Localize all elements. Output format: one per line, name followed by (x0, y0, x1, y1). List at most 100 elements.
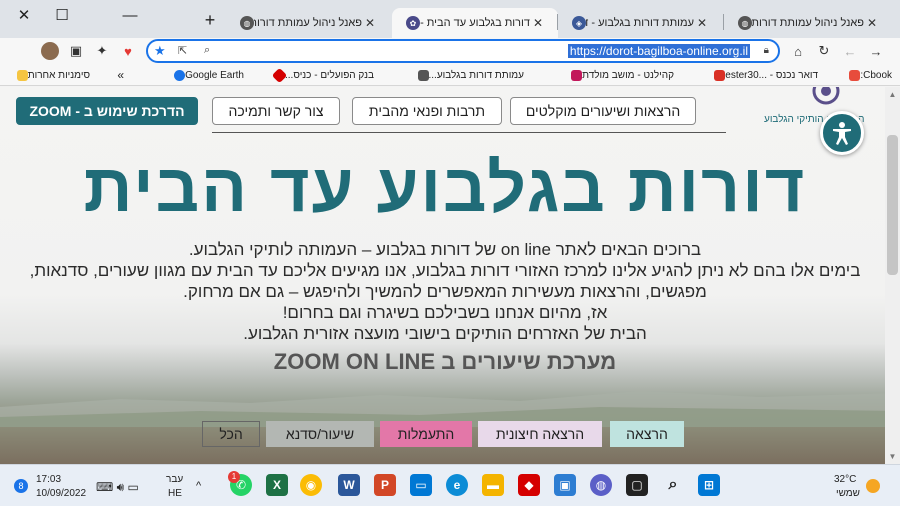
tab-association-page[interactable]: ◈ עמותת דורות בגלבוע - דף ✕ (558, 8, 722, 38)
tab-title: דורות בגלבוע עד הבית - דו (420, 17, 530, 29)
sidebar-icon[interactable]: ▣ (66, 41, 86, 61)
language-bottom[interactable]: HE (168, 488, 182, 499)
filter-exercise-button[interactable]: התעמלות (380, 421, 472, 447)
photos-icon[interactable]: ▣ (554, 474, 576, 496)
bookmark-item[interactable]: Cbook: (845, 68, 892, 82)
filter-workshop-button[interactable]: שיעור/סדנא (266, 421, 374, 447)
filter-lecture-button[interactable]: הרצאה (610, 421, 684, 447)
weather-description[interactable]: שמשי (836, 488, 860, 499)
other-bookmarks[interactable]: סימניות אחרות (13, 68, 90, 82)
filter-all-button[interactable]: הכל (202, 421, 260, 447)
bookmark-item[interactable]: Google Earth (170, 68, 244, 82)
notification-count-badge[interactable]: 8 (14, 479, 28, 493)
globe-icon: ◍ (240, 16, 254, 30)
tab-title: עמותת דורות בגלבוע - דף (586, 17, 694, 29)
nav-recorded-lectures-button[interactable]: הרצאות ושיעורים מוקלטים (510, 97, 696, 125)
nav-zoom-guide-button[interactable]: הדרכת שימוש ב - ZOOM (16, 97, 198, 125)
window-maximize-button[interactable]: ☐ (42, 0, 82, 30)
window-minimize-button[interactable]: — (110, 0, 150, 30)
file-explorer-icon[interactable]: ▬ (482, 474, 504, 496)
tray-icons[interactable]: ⌨ 🔊︎ ▭ (96, 480, 139, 495)
forward-icon[interactable]: ← (840, 41, 860, 61)
tab-close-icon[interactable]: ✕ (694, 16, 710, 30)
intro-line: בימים אלו בהם לא ניתן להגיע אלינו למרכז … (29, 261, 861, 280)
language-top[interactable]: עבר (166, 474, 183, 485)
intro-line: ברוכים הבאים לאתר on line של דורות בגלבו… (188, 240, 702, 259)
word-icon[interactable]: W (338, 474, 360, 496)
search-icon[interactable]: ⌕ (662, 474, 684, 496)
tab-separator (723, 14, 724, 30)
bookmark-item[interactable]: עמותת דורות בגלבוע... (414, 68, 525, 82)
new-tab-button[interactable]: + (200, 10, 220, 30)
gmail-icon (714, 69, 726, 81)
scroll-up-icon[interactable]: ▲ (888, 90, 897, 99)
intro-line: הבית של האזרחים הותיקים בישובי מועצה אזו… (243, 324, 647, 343)
excel-icon[interactable]: X (266, 474, 288, 496)
task-view-icon[interactable]: ▢ (626, 474, 648, 496)
share-icon[interactable]: ⇱ (178, 44, 187, 57)
tab-dorot-online[interactable]: ✿ דורות בגלבוע עד הבית - דו ✕ (392, 8, 558, 38)
lock-icon[interactable]: 🔒︎ (764, 45, 769, 56)
tab-close-icon[interactable]: ✕ (864, 16, 880, 30)
tab-title: פאנל ניהול עמותת דורות בגלבוע (752, 17, 864, 29)
clock-date[interactable]: 10/09/2022 (36, 488, 86, 499)
extensions-icon[interactable]: ✦ (92, 41, 112, 61)
bookmark-label: Google Earth (185, 69, 244, 81)
weather-temperature[interactable]: 32°C (834, 474, 856, 485)
chrome-icon[interactable]: ◉ (300, 474, 322, 496)
bookmarks-bar: Cbook: דואר נכנס - ...ester30 קהילנט - מ… (0, 64, 900, 86)
site-logo-icon: ✿ (406, 16, 420, 30)
address-bar[interactable]: ★ ⇱ ⌕ https://dorot-bagilboa-online.org.… (146, 39, 780, 63)
bookmark-favicon-icon (571, 69, 583, 81)
scroll-thumb[interactable] (887, 135, 898, 275)
bookmark-item[interactable]: קהילנט - מושב מולדת (567, 68, 674, 82)
tab-separator (557, 14, 558, 30)
windows-taskbar: 8 17:03 10/09/2022 ⌨ 🔊︎ ▭ עבר HE ^ ✆ 1 X… (0, 464, 900, 506)
windows-start-icon[interactable]: ⊞ (698, 474, 720, 496)
avatar-image (41, 42, 59, 60)
sun-weather-icon[interactable] (866, 479, 880, 493)
landscape-background (0, 391, 900, 427)
star-icon[interactable]: ★ (154, 43, 166, 59)
nav-culture-button[interactable]: תרבות ופנאי מהבית (352, 97, 502, 125)
powerpoint-icon[interactable]: P (374, 474, 396, 496)
page-title: דורות בגלבוע עד הבית (83, 150, 807, 226)
bookmark-label: עמותת דורות בגלבוע... (428, 69, 525, 81)
tab-admin-panel-1[interactable]: ◍ פאנל ניהול עמותת דורות בגלבוע ✕ (226, 8, 390, 38)
nav-contact-button[interactable]: צור קשר ותמיכה (212, 97, 340, 125)
bookmark-label: Cbook: (860, 69, 892, 81)
back-icon[interactable]: → (866, 41, 886, 61)
page-scrollbar[interactable]: ▲ ▼ (885, 87, 900, 464)
bookmark-label: בנק הפועלים - כניס... (285, 69, 374, 81)
whatsapp-badge: 1 (228, 471, 240, 483)
bookmarks-more-button[interactable]: » (117, 68, 124, 82)
url-text[interactable]: https://dorot-bagilboa-online.org.il (567, 44, 750, 58)
monitor-icon[interactable]: ▭ (410, 474, 432, 496)
edge-icon[interactable]: e (446, 474, 468, 496)
filter-external-lecture-button[interactable]: הרצאה חיצונית (478, 421, 602, 447)
zoom-icon[interactable]: ⌕ (204, 44, 210, 57)
nav-divider (212, 132, 726, 133)
schedule-heading: מערכת שיעורים ב ZOOM ON LINE (273, 349, 617, 374)
red-diamond-app-icon[interactable]: ◆ (518, 474, 540, 496)
bookmark-item[interactable]: דואר נכנס - ...ester30 (710, 68, 818, 82)
google-earth-icon (174, 69, 186, 81)
browser-toolbar: ▣ ✦ ♥ ★ ⇱ ⌕ https://dorot-bagilboa-onlin… (0, 38, 900, 64)
scroll-down-icon[interactable]: ▼ (888, 452, 897, 461)
tab-admin-panel-2[interactable]: ◍ פאנל ניהול עמותת דורות בגלבוע ✕ (724, 8, 892, 38)
reload-icon[interactable]: ↻ (814, 41, 834, 61)
profile-avatar[interactable] (40, 41, 60, 61)
home-icon[interactable]: ⌂ (788, 41, 808, 61)
bookmark-item[interactable]: בנק הפועלים - כניס... (270, 67, 374, 83)
window-close-button[interactable]: ✕ (4, 0, 44, 30)
site-logo-icon: ◈ (572, 16, 586, 30)
chevron-up-icon[interactable]: ^ (196, 480, 201, 492)
tab-strip: ✕ ☐ — + ◍ פאנל ניהול עמותת דורות בגלבוע … (0, 0, 900, 38)
teams-chat-icon[interactable]: ◍ (590, 474, 612, 496)
tab-close-icon[interactable]: ✕ (530, 16, 546, 30)
globe-icon: ◍ (738, 16, 752, 30)
clock-time[interactable]: 17:03 (36, 474, 61, 485)
tab-close-icon[interactable]: ✕ (362, 16, 378, 30)
bookmark-label: קהילנט - מושב מולדת (582, 69, 674, 81)
pocket-icon[interactable]: ♥ (118, 41, 138, 61)
